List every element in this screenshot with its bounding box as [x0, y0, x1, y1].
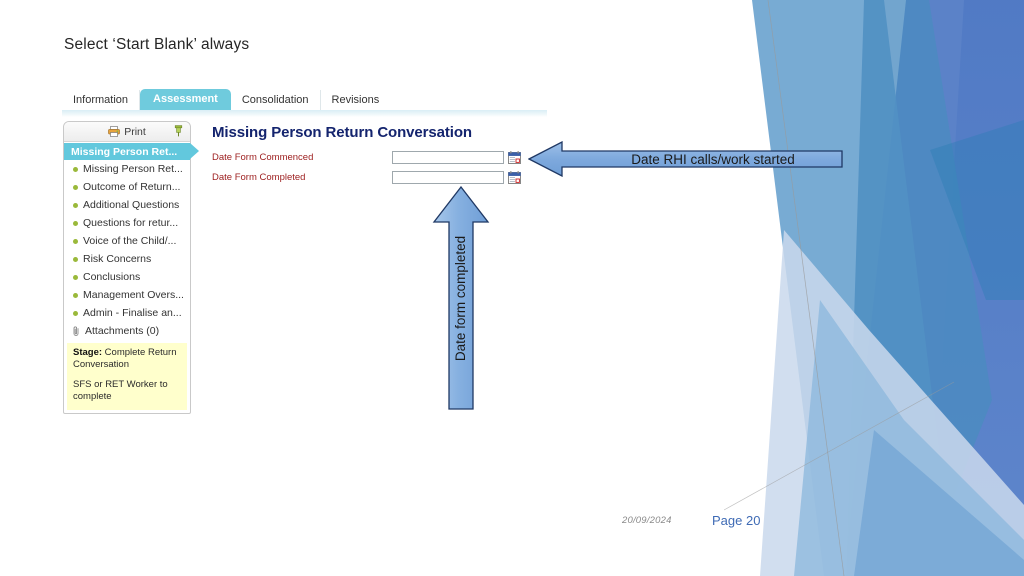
sidebar-toolbar: Print [64, 122, 190, 142]
sidebar-item-management-oversight[interactable]: Management Overs... [64, 286, 190, 304]
callout-arrow-date-rhi: Date RHI calls/work started [528, 141, 843, 177]
bullet-icon [73, 166, 78, 172]
paperclip-icon [73, 326, 79, 336]
callout-up-label-wrap: Date form completed [432, 186, 490, 410]
date-commenced-input[interactable] [392, 151, 504, 164]
footer-page-number: Page 20 [712, 513, 761, 528]
sidebar-item-label: Attachments (0) [85, 325, 160, 337]
form-panel: Missing Person Return Conversation Date … [212, 124, 542, 191]
bullet-icon [73, 220, 78, 226]
sidebar-item-label: Additional Questions [83, 199, 180, 211]
form-row-date-completed: Date Form Completed [212, 171, 542, 184]
sidebar-item-label: Admin - Finalise an... [83, 307, 182, 319]
sidebar-item-conclusions[interactable]: Conclusions [64, 268, 190, 286]
sidebar-item-label: Missing Person Ret... [83, 163, 183, 175]
sidebar-item-label: Outcome of Return... [83, 181, 181, 193]
stage-label: Stage: [73, 347, 103, 358]
form-row-date-commenced: Date Form Commenced [212, 151, 542, 164]
date-completed-input[interactable] [392, 171, 504, 184]
tab-underline-fill [62, 110, 547, 117]
form-title: Missing Person Return Conversation [212, 124, 472, 141]
print-label: Print [124, 125, 146, 138]
sidebar-item-label: Management Overs... [83, 289, 184, 301]
callout-up-label: Date form completed [453, 235, 469, 361]
sidebar-item-attachments[interactable]: Attachments (0) [64, 322, 190, 340]
footer-date: 20/09/2024 [622, 515, 672, 526]
callout-right-label: Date RHI calls/work started [631, 151, 795, 167]
bullet-icon [73, 292, 78, 298]
sidebar-item-admin-finalise[interactable]: Admin - Finalise an... [64, 304, 190, 322]
bullet-icon [73, 238, 78, 244]
bullet-icon [73, 274, 78, 280]
tab-bar: Information Assessment Consolidation Rev… [62, 88, 547, 111]
sidebar-item-missing-person[interactable]: Missing Person Ret... [64, 160, 190, 178]
callout-arrow-date-form-completed: Date form completed [432, 186, 490, 410]
print-button[interactable]: Print [108, 126, 146, 138]
sidebar-active-label: Missing Person Ret... [71, 145, 178, 158]
sidebar-item-additional-questions[interactable]: Additional Questions [64, 196, 190, 214]
bullet-icon [73, 310, 78, 316]
sidebar-item-list: Missing Person Ret... Outcome of Return.… [64, 160, 190, 340]
sidebar-item-label: Questions for retur... [83, 217, 179, 229]
sidebar-active-section[interactable]: Missing Person Ret... [64, 143, 199, 160]
date-completed-label: Date Form Completed [212, 172, 306, 183]
form-navigation-sidebar: Print Missing Person Ret... Missing Pers… [63, 121, 199, 414]
tab-information[interactable]: Information [62, 90, 141, 110]
calendar-icon[interactable] [508, 151, 521, 164]
sidebar-item-risk-concerns[interactable]: Risk Concerns [64, 250, 190, 268]
worker-note: SFS or RET Worker to complete [67, 375, 187, 410]
page-title: Select ‘Start Blank’ always [64, 36, 250, 53]
bullet-icon [73, 184, 78, 190]
bullet-icon [73, 256, 78, 262]
sidebar-item-label: Conclusions [83, 271, 141, 283]
sidebar-item-questions-for-return[interactable]: Questions for retur... [64, 214, 190, 232]
background-decoration [724, 0, 1024, 576]
tab-consolidation[interactable]: Consolidation [231, 90, 321, 110]
sidebar-item-label: Voice of the Child/... [83, 235, 177, 247]
sidebar-item-label: Risk Concerns [83, 253, 152, 265]
stage-banner: Stage: Complete Return Conversation [67, 343, 187, 375]
slide-canvas: Select ‘Start Blank’ always Information … [0, 0, 1024, 576]
date-commenced-label: Date Form Commenced [212, 152, 314, 163]
tab-revisions[interactable]: Revisions [321, 90, 547, 110]
bullet-icon [73, 202, 78, 208]
sidebar-item-outcome-of-return[interactable]: Outcome of Return... [64, 178, 190, 196]
pin-icon[interactable] [174, 125, 183, 137]
tab-assessment[interactable]: Assessment [140, 89, 231, 110]
sidebar-item-voice-of-the-child[interactable]: Voice of the Child/... [64, 232, 190, 250]
printer-icon [108, 126, 121, 137]
calendar-icon[interactable] [508, 171, 521, 184]
